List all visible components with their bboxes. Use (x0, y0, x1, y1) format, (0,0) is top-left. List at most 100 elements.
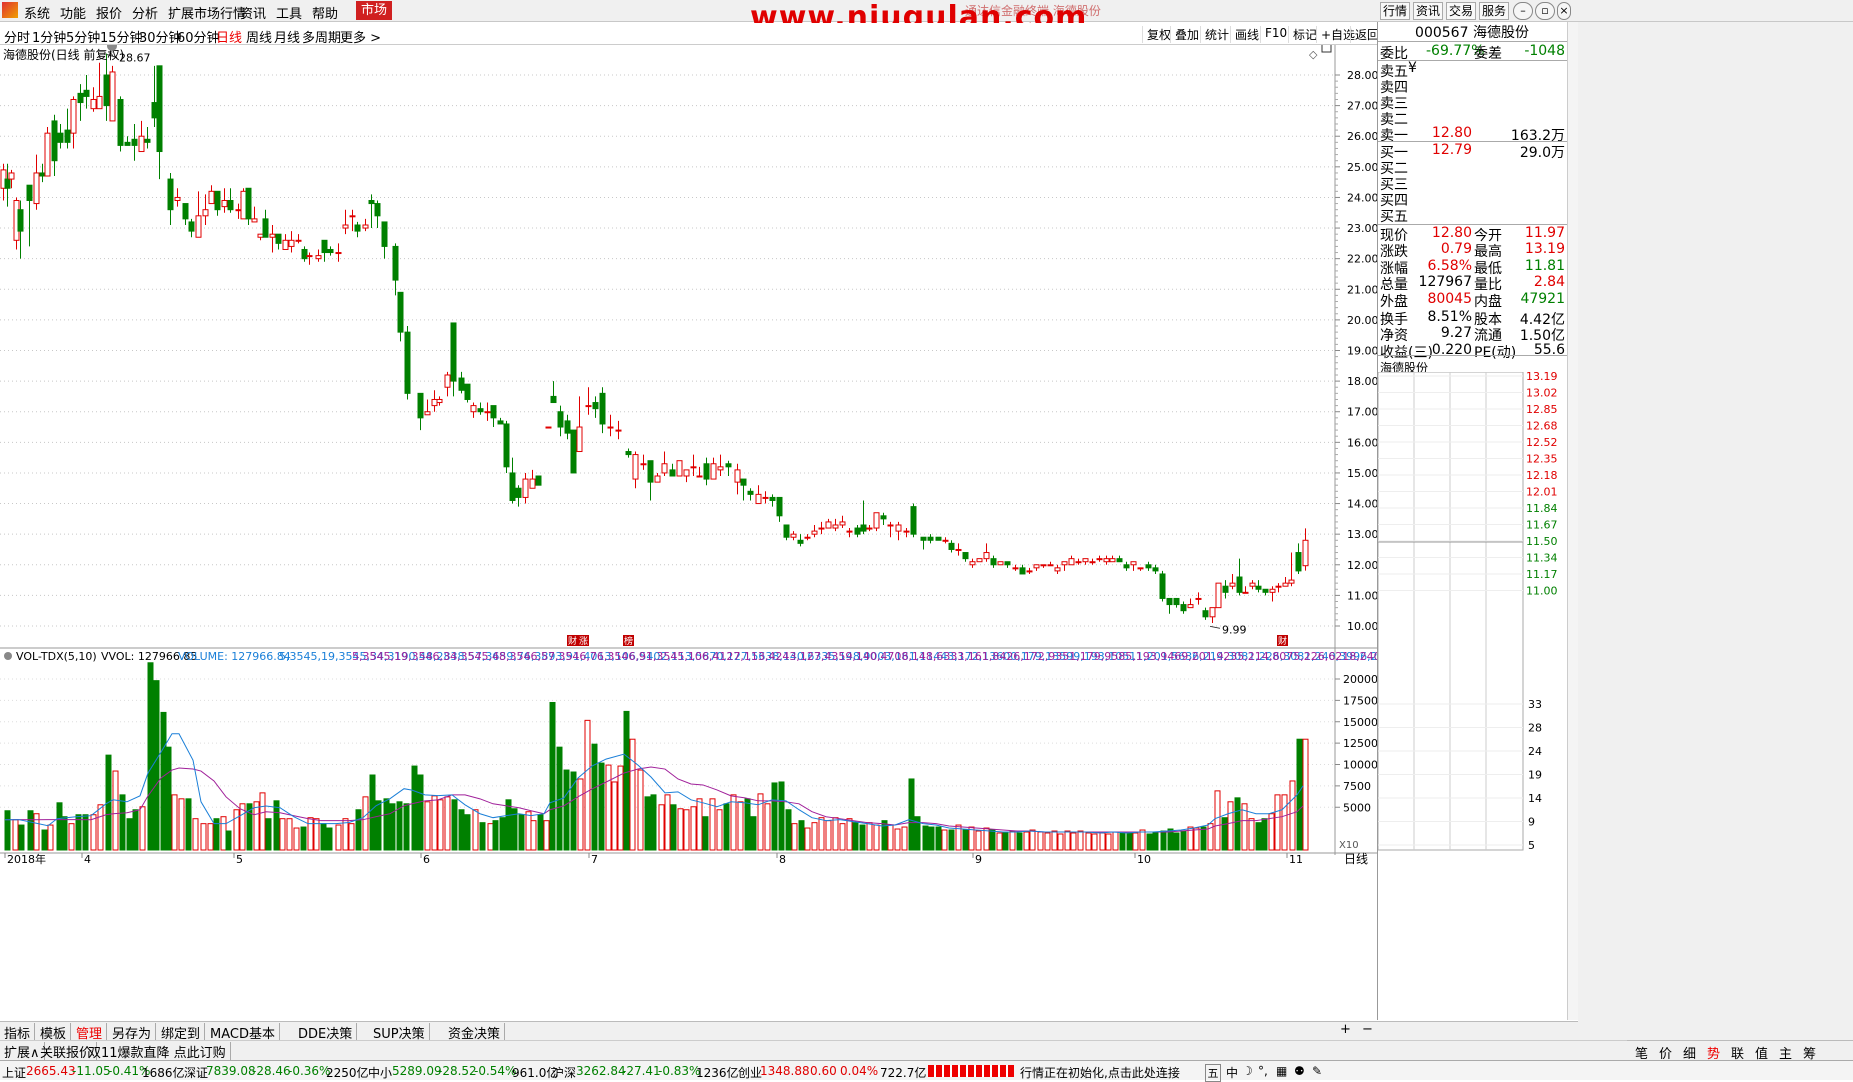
candle-down[interactable] (1295, 543, 1302, 574)
tool-f10[interactable]: F10 (1260, 26, 1287, 43)
candle-down[interactable] (1173, 597, 1180, 608)
settings-icon[interactable]: ✎ (1312, 1064, 1322, 1078)
candle-down[interactable] (880, 512, 887, 525)
candle-up[interactable] (1275, 583, 1282, 593)
candle-up[interactable] (976, 558, 983, 563)
candle-up[interactable] (545, 426, 552, 429)
candle-up[interactable] (1054, 564, 1061, 574)
candle-down[interactable] (1004, 561, 1011, 568)
candle-down[interactable] (927, 534, 934, 544)
candle-down[interactable] (509, 457, 516, 504)
period-30min[interactable]: 30分钟 (139, 27, 182, 46)
candle-up[interactable] (1026, 567, 1033, 574)
top-btn-fuwu[interactable]: 服务 (1479, 2, 1509, 20)
candle-down[interactable] (1255, 580, 1262, 593)
sell-level-3[interactable]: 卖三 (1378, 93, 1568, 112)
tool-fuquan[interactable]: 复权 (1142, 26, 1171, 43)
candle-down[interactable] (703, 457, 710, 486)
menu-help[interactable]: 帮助 (312, 3, 338, 22)
candle-down[interactable] (962, 552, 969, 562)
close-icon[interactable]: × (1557, 2, 1571, 20)
tool-overlay[interactable]: 叠加 (1170, 26, 1199, 43)
tool-draw[interactable]: 画线 (1230, 26, 1259, 43)
buy-level-2[interactable]: 买二 (1378, 158, 1568, 177)
candle-up[interactable] (235, 203, 242, 219)
candle-down[interactable] (503, 420, 510, 473)
candle-up[interactable] (717, 454, 724, 477)
candle-up[interactable] (1302, 528, 1309, 571)
status-zx-label[interactable]: 中小 (368, 1064, 392, 1081)
candle-up[interactable] (138, 120, 145, 153)
candle-up[interactable] (1137, 567, 1144, 571)
candle-up[interactable] (240, 188, 247, 220)
candle-down[interactable] (77, 84, 84, 121)
candle-up[interactable] (70, 96, 77, 149)
menu-tools[interactable]: 工具 (276, 3, 302, 22)
candle-up[interactable] (1229, 573, 1236, 590)
candle-down[interactable] (397, 291, 404, 342)
menu-news[interactable]: 资讯 (240, 3, 266, 22)
candle-down[interactable] (948, 540, 955, 553)
candle-up[interactable] (269, 224, 276, 253)
candle-up[interactable] (444, 371, 451, 397)
menu-ext-market[interactable]: 扩展市场行情 (168, 3, 246, 22)
zoom-in-icon[interactable]: + (1340, 1022, 1351, 1037)
menu-market[interactable]: 市场 (356, 1, 393, 20)
top-btn-jiaoyi[interactable]: 交易 (1446, 2, 1476, 20)
candle-up[interactable] (342, 209, 349, 235)
candle-down[interactable] (599, 387, 606, 434)
candle-up[interactable] (969, 558, 976, 568)
candle-up[interactable] (484, 402, 491, 421)
sell-level-1[interactable]: 卖一 12.80 163.2万 (1378, 125, 1568, 144)
status-sz-label[interactable]: 深证 (184, 1064, 208, 1081)
candle-down[interactable] (83, 75, 90, 109)
buy-level-3[interactable]: 买三 (1378, 174, 1568, 193)
period-daily[interactable]: 日线 (216, 27, 242, 46)
candle-down[interactable] (144, 127, 151, 149)
candle-up[interactable] (436, 396, 443, 406)
candle-down[interactable] (1222, 580, 1229, 599)
candle-up[interactable] (306, 252, 313, 265)
candle-down[interactable] (647, 460, 654, 501)
buy-level-4[interactable]: 买四 (1378, 190, 1568, 209)
candle-up[interactable] (895, 521, 902, 541)
candle-down[interactable] (381, 221, 388, 259)
candle-up[interactable] (1109, 555, 1116, 563)
candle-down[interactable] (327, 246, 334, 256)
candle-up[interactable] (632, 451, 639, 489)
top-btn-zixun[interactable]: 资讯 (1413, 2, 1443, 20)
candle-down[interactable] (301, 246, 308, 262)
candle-down[interactable] (182, 203, 189, 225)
candle-up[interactable] (607, 414, 614, 437)
candle-up[interactable] (1012, 564, 1019, 571)
candle-up[interactable] (676, 460, 683, 477)
sell-level-5[interactable]: 卖五 (1378, 61, 1568, 80)
candle-down[interactable] (103, 53, 110, 121)
candle-up[interactable] (470, 402, 477, 418)
tool-mark[interactable]: 标记 (1288, 26, 1317, 43)
collapse-icon[interactable]: ◇ (1309, 48, 1318, 61)
candle-up[interactable] (755, 485, 762, 505)
vol-dropdown-icon[interactable] (4, 652, 12, 660)
candle-down[interactable] (550, 381, 557, 404)
candle-up[interactable] (1082, 558, 1089, 565)
punct-icon[interactable]: °, (1258, 1064, 1268, 1078)
candle-down[interactable] (1159, 570, 1166, 602)
candle-down[interactable] (354, 221, 361, 238)
candle-up[interactable] (866, 524, 873, 532)
candle-down[interactable] (57, 123, 64, 149)
right-scroll-strip[interactable] (1567, 22, 1578, 1020)
period-monthly[interactable]: 月线 (274, 27, 300, 46)
candle-up[interactable] (734, 463, 741, 495)
period-fenshi[interactable]: 分时 (4, 27, 30, 46)
candle-up[interactable] (195, 191, 202, 238)
candle-down[interactable] (167, 172, 174, 225)
candle-up[interactable] (1269, 586, 1276, 602)
candle-up[interactable] (221, 188, 228, 213)
candle-down[interactable] (1152, 564, 1159, 574)
candle-down[interactable] (417, 392, 424, 431)
candle-up[interactable] (288, 231, 295, 253)
candle-up[interactable] (1195, 592, 1202, 605)
candle-up[interactable] (362, 218, 369, 232)
event-marker[interactable]: 涨 (578, 635, 589, 647)
